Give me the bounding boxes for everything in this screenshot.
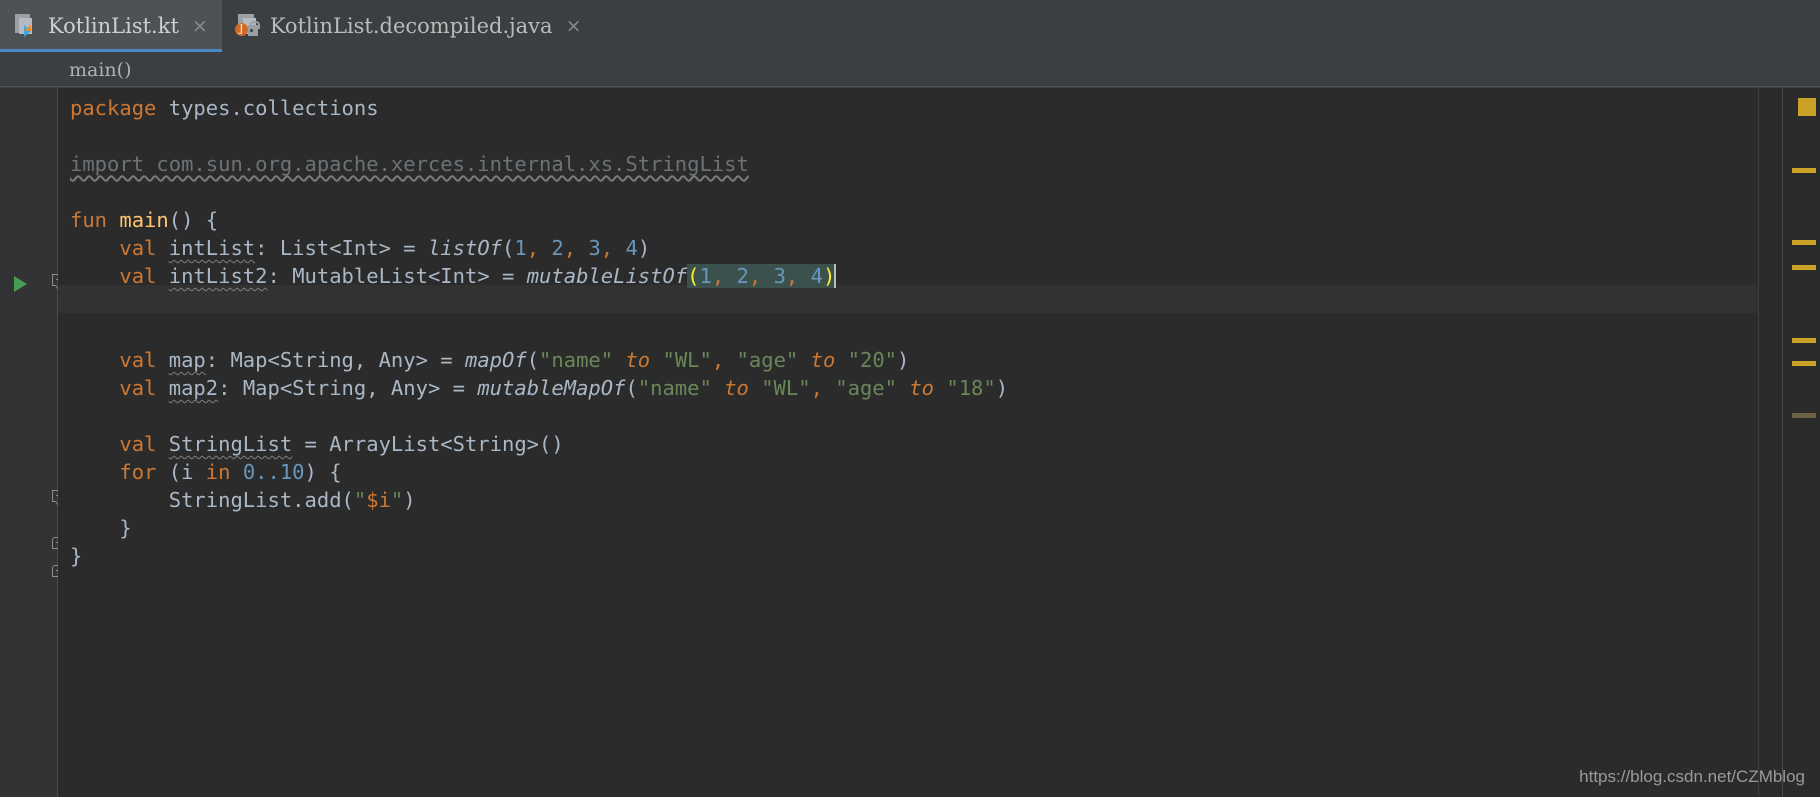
breadcrumb-item-main[interactable]: main() (69, 59, 131, 81)
current-line-gutter-highlight (0, 373, 57, 401)
tab-close-icon[interactable]: × (192, 16, 208, 36)
error-stripe-mark[interactable] (1792, 413, 1816, 418)
code-line-15: StringList.add("$i") (168, 488, 416, 512)
tab-kotlinlist-kt[interactable]: KotlinList.kt × (0, 0, 222, 52)
code-line-17: } (70, 544, 83, 568)
code-line-10: val map: Map<String, Any> = mapOf("name"… (119, 348, 910, 372)
tab-kotlinlist-decompiled-java[interactable]: J KotlinList.decompiled.java × (222, 0, 596, 52)
kotlin-file-icon (13, 13, 39, 39)
code-line-16: } (119, 516, 132, 540)
code-line-14: for (i in 0..10) { (119, 460, 342, 484)
tab-close-icon[interactable]: × (566, 16, 582, 36)
editor-tab-bar: KotlinList.kt × J KotlinList.decompiled.… (0, 0, 1820, 52)
error-stripe-mark[interactable] (1792, 361, 1816, 366)
code-editor: package types.collections import com.sun… (0, 88, 1820, 797)
watermark-text: https://blog.csdn.net/CZMblog (1579, 767, 1805, 786)
code-line-6: val intList: List<Int> = listOf(1, 2, 3,… (119, 236, 651, 260)
error-stripe-mark[interactable] (1792, 265, 1816, 270)
code-line-3: import com.sun.org.apache.xerces.interna… (70, 152, 749, 176)
error-stripe-mark[interactable] (1792, 168, 1816, 173)
error-stripe-mark[interactable] (1792, 338, 1816, 343)
code-text-area[interactable]: package types.collections import com.sun… (58, 88, 1758, 797)
code-line-5: fun main() { (70, 208, 219, 232)
tab-label: KotlinList.kt (48, 14, 179, 38)
error-stripe-gutter[interactable] (1758, 88, 1820, 797)
error-stripe-mark[interactable] (1792, 240, 1816, 245)
editor-gutter[interactable] (0, 88, 57, 797)
code-line-11: val map2: Map<String, Any> = mutableMapO… (119, 376, 1009, 400)
tab-label: KotlinList.decompiled.java (269, 14, 553, 38)
run-gutter-icon[interactable] (14, 276, 27, 292)
code-line-7: val intList2: MutableList<Int> = mutable… (119, 264, 837, 288)
code-line-13: val StringList = ArrayList<String>() (119, 432, 564, 456)
breadcrumb-bar: main() (0, 52, 1820, 87)
stripe-divider-right (1782, 88, 1783, 797)
java-decompiled-file-icon: J (234, 13, 261, 39)
error-stripe-mark[interactable] (1798, 98, 1816, 116)
stripe-divider-left (1758, 88, 1759, 797)
source-code: package types.collections import com.sun… (70, 94, 1008, 570)
code-line-1: package types.collections (70, 96, 379, 120)
